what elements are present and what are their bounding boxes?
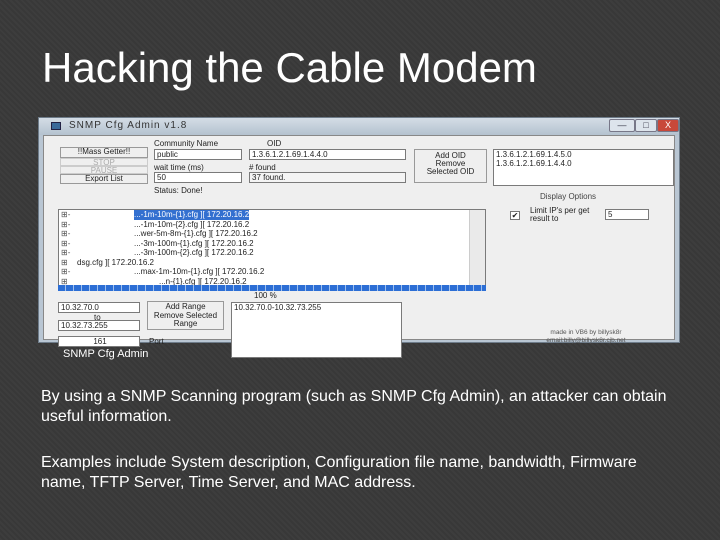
body-paragraph-1: By using a SNMP Scanning program (such a… [41,388,667,425]
community-input[interactable]: public [154,149,242,160]
wait-time-input[interactable]: 50 [154,172,242,183]
export-list-button[interactable]: Export List [60,174,148,184]
tree-scrollbar[interactable] [469,210,485,285]
range-list-item[interactable]: 10.32.70.0-10.32.73.255 [234,303,401,312]
port-input[interactable]: 161 [58,336,140,347]
oid-input[interactable]: 1.3.6.1.2.1.69.1.4.4.0 [249,149,406,160]
expand-icon[interactable]: ⊞- [61,267,70,277]
expand-icon[interactable]: ⊞- [61,248,70,258]
tree-item[interactable]: ⊞- ...-1m-10m-{2}.cfg ][ 172.20.16.2 [59,220,485,230]
port-label: Port [149,337,164,346]
remove-range-label: Remove Selected Range [153,311,218,328]
tree-item[interactable]: ⊞ dsg.cfg ][ 172.20.16.2 [59,258,485,268]
stop-button[interactable]: STOP [60,158,148,167]
title-bar: SNMP Cfg Admin v1.8 — □ X [39,118,679,135]
range-list[interactable]: 10.32.70.0-10.32.73.255 [231,302,402,358]
oid-list-item[interactable]: 1.3.6.1.2.1.69.1.4.4.0 [496,159,673,168]
found-field: 37 found. [249,172,406,183]
minimize-button[interactable]: — [609,119,635,132]
app-icon [51,122,61,130]
add-range-button[interactable]: Add Range Remove Selected Range [147,301,224,330]
add-range-label: Add Range [165,302,206,311]
maximize-button[interactable]: □ [635,119,657,132]
oid-list-item[interactable]: 1.3.6.1.2.1.69.1.4.5.0 [496,150,673,159]
limit-label: Limit IP's per get result to [530,206,590,223]
tree-item[interactable]: ⊞- ...-3m-100m-{2}.cfg ][ 172.20.16.2 [59,248,485,258]
expand-icon[interactable]: ⊞- [61,210,70,220]
tree-item[interactable]: ⊞- ...max-1m-10m-{1}.cfg ][ 172.20.16.2 [59,267,485,277]
progress-text: 100 % [254,291,277,300]
expand-icon[interactable]: ⊞ [61,258,68,268]
pause-button[interactable]: PAUSE [60,166,148,175]
range-start-input[interactable]: 10.32.70.0 [58,302,140,313]
app-window: SNMP Cfg Admin v1.8 — □ X !!Mass Getter!… [38,117,680,358]
body-paragraph-2: Examples include System description, Con… [41,454,637,491]
credits: made in VB6 by billysk8r email:billy@bil… [546,329,626,344]
range-end-input[interactable]: 10.32.73.255 [58,320,140,331]
window-title: SNMP Cfg Admin v1.8 [69,120,188,131]
remove-oid-label: Remove Selected OID [426,159,475,176]
window-client: !!Mass Getter!! STOP PAUSE Export List C… [43,135,675,358]
display-options-label: Display Options [540,192,597,201]
slide-title: Hacking the Cable Modem [42,44,537,91]
expand-icon[interactable]: ⊞- [61,229,70,239]
community-label: Community Name [154,139,219,148]
close-button[interactable]: X [657,119,679,132]
expand-icon[interactable]: ⊞- [61,239,70,249]
image-caption: SNMP Cfg Admin [63,348,149,360]
oid-list[interactable]: 1.3.6.1.2.1.69.1.4.5.0 1.3.6.1.2.1.69.1.… [493,149,674,186]
tree-item[interactable]: ⊞- ...-1m-10m-{1}.cfg ][ 172.20.16.2 [59,210,485,220]
limit-checkbox[interactable]: ✔ [510,211,520,220]
limit-input[interactable]: 5 [605,209,649,220]
expand-icon[interactable]: ⊞- [61,220,70,230]
results-tree[interactable]: ⊞- ...-1m-10m-{1}.cfg ][ 172.20.16.2 ⊞-..… [58,209,486,286]
status-text: Status: Done! [154,186,203,195]
add-oid-button[interactable]: Add OID Remove Selected OID [414,149,487,183]
oid-label: OID [267,139,282,148]
tree-item[interactable]: ⊞- ...-3m-100m-{1}.cfg ][ 172.20.16.2 [59,239,485,249]
wait-time-label: wait time (ms) [154,163,204,172]
found-label: # found [249,163,276,172]
mass-getter-button[interactable]: !!Mass Getter!! [60,147,148,158]
tree-item[interactable]: ⊞- ...wer-5m-8m-{1}.cfg ][ 172.20.16.2 [59,229,485,239]
